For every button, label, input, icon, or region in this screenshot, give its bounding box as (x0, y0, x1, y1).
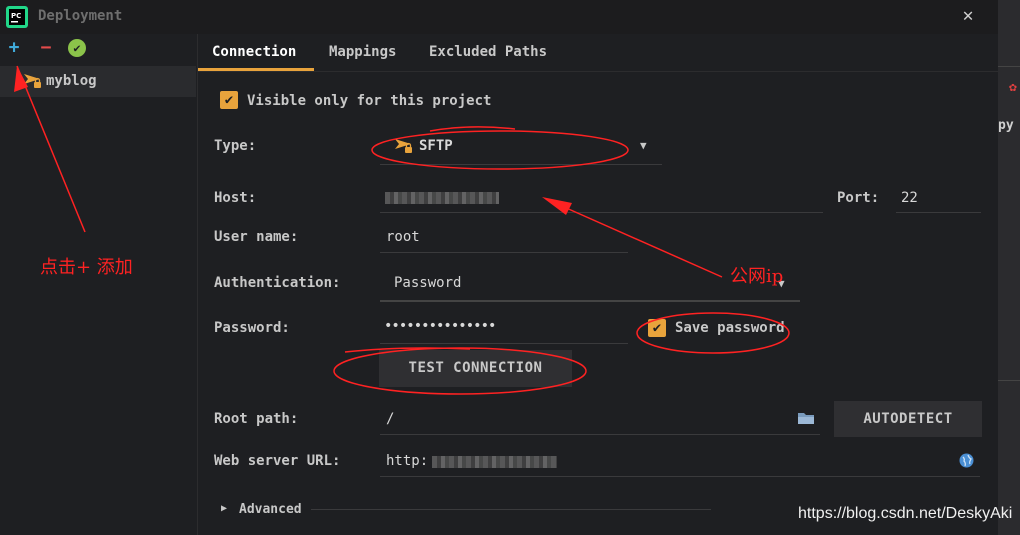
host-label: Host: (214, 190, 257, 206)
port-input[interactable]: 22 (901, 190, 918, 206)
set-default-check-icon[interactable]: ✔ (68, 39, 86, 57)
strip-divider (998, 380, 1020, 381)
test-connection-button[interactable]: TEST CONNECTION (379, 350, 572, 387)
strip-red-icon: ✿ (1009, 80, 1017, 95)
strip-text: py (998, 118, 1014, 133)
visible-only-label: Visible only for this project (247, 93, 492, 109)
tab-mappings[interactable]: Mappings (329, 44, 396, 60)
globe-icon[interactable] (959, 453, 974, 468)
password-underline (380, 343, 628, 344)
strip-divider (998, 66, 1020, 67)
annotation-ip-note: 公网ip (730, 266, 784, 287)
host-underline (380, 212, 823, 213)
user-underline (380, 252, 628, 253)
add-server-button[interactable]: + (4, 38, 24, 58)
folder-icon[interactable] (797, 411, 815, 425)
web-url-underline (380, 476, 980, 477)
close-button[interactable]: ✕ (956, 4, 980, 28)
web-server-url-label: Web server URL: (214, 453, 341, 469)
root-path-underline (380, 434, 820, 435)
type-label: Type: (214, 138, 257, 154)
save-password-checkbox[interactable]: ✔ (648, 319, 666, 337)
root-path-input[interactable]: / (386, 411, 394, 427)
pycharm-logo-icon: PC (6, 6, 28, 28)
logo-letters: PC (11, 12, 21, 20)
type-underline (380, 164, 662, 165)
web-url-redacted (432, 456, 557, 468)
password-input[interactable]: ••••••••••••••• (384, 318, 496, 334)
sftp-icon (395, 138, 413, 154)
tabs-divider (198, 71, 998, 72)
window-title: Deployment (38, 8, 123, 24)
authentication-value: Password (394, 275, 462, 291)
authentication-label: Authentication: (214, 275, 341, 291)
root-path-label: Root path: (214, 411, 299, 427)
port-underline (896, 212, 981, 213)
sftp-icon (24, 73, 42, 89)
web-server-url-input[interactable]: http: (386, 453, 428, 469)
save-password-label: Save password (675, 320, 785, 336)
tab-connection[interactable]: Connection (212, 44, 296, 60)
advanced-section-toggle[interactable]: Advanced (239, 502, 302, 517)
server-list-sidebar (0, 34, 198, 535)
type-value: SFTP (419, 138, 453, 154)
password-label: Password: (214, 320, 290, 336)
chevron-down-icon: ▼ (640, 139, 647, 152)
tab-excluded-paths[interactable]: Excluded Paths (429, 44, 547, 60)
server-list-item-label: myblog (46, 73, 97, 89)
autodetect-button[interactable]: AUTODETECT (834, 401, 982, 437)
title-bar (0, 0, 998, 34)
user-name-input[interactable]: root (386, 229, 420, 245)
annotation-add-note: 点击+ 添加 (40, 257, 133, 278)
advanced-divider (311, 509, 711, 510)
authentication-underline (380, 300, 800, 302)
remove-server-button[interactable]: − (36, 38, 56, 58)
expand-arrow-icon[interactable]: ▶ (221, 503, 227, 514)
user-name-label: User name: (214, 229, 299, 245)
host-value-redacted (385, 192, 499, 204)
watermark: https://blog.csdn.net/DeskyAki (798, 505, 1013, 522)
visible-only-checkbox[interactable]: ✔ (220, 91, 238, 109)
port-label: Port: (837, 190, 880, 206)
